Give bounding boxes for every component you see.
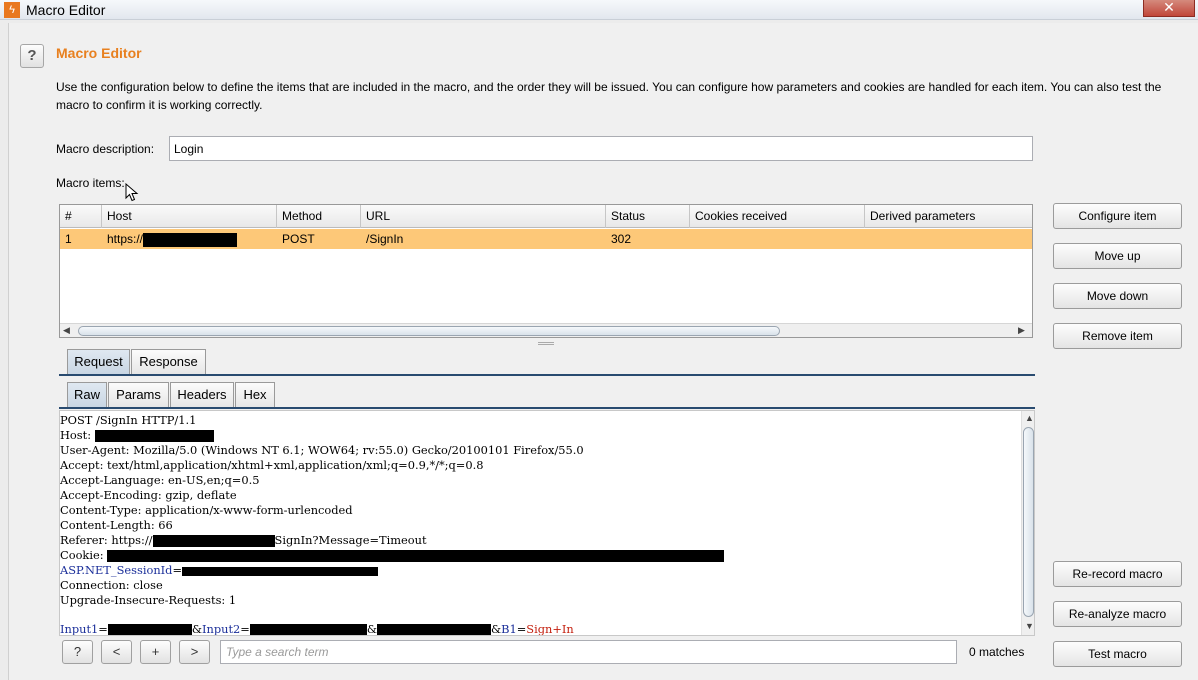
scroll-down-arrow-icon[interactable]: ▼	[1025, 621, 1034, 631]
pane-splitter-handle[interactable]	[538, 342, 554, 345]
table-header: # Host Method URL Status Cookies receive…	[60, 205, 1032, 228]
scroll-left-arrow-icon[interactable]: ◀	[63, 325, 70, 336]
column-header-method[interactable]: Method	[277, 205, 361, 228]
host-prefix: https://	[107, 232, 144, 246]
move-down-button[interactable]: Move down	[1053, 283, 1182, 309]
raw-request-editor[interactable]: POST /SignIn HTTP/1.1 Host: User-Agent: …	[59, 410, 1035, 636]
cell-derived-parameters	[865, 229, 1032, 249]
dialog-heading: Macro Editor	[56, 45, 142, 61]
rerecord-macro-button[interactable]: Re-record macro	[1053, 561, 1182, 587]
table-row[interactable]: 1 https:// POST /SignIn 302	[60, 229, 1032, 249]
header-upgrade-insecure: Upgrade-Insecure-Requests: 1	[60, 593, 237, 607]
column-header-host[interactable]: Host	[102, 205, 277, 228]
column-header-number[interactable]: #	[60, 205, 102, 228]
reanalyze-macro-button[interactable]: Re-analyze macro	[1053, 601, 1182, 627]
mouse-cursor-icon	[125, 183, 139, 202]
header-content-length: Content-Length: 66	[60, 518, 173, 532]
redacted-block	[143, 232, 238, 247]
search-previous-button[interactable]: <	[101, 640, 132, 664]
tab-response[interactable]: Response	[131, 349, 206, 374]
column-header-derived-parameters[interactable]: Derived parameters	[865, 205, 1032, 228]
tab-raw[interactable]: Raw	[67, 382, 107, 407]
dialog-description: Use the configuration below to define th…	[56, 80, 1162, 112]
macro-items-label: Macro items:	[56, 176, 125, 190]
column-header-url[interactable]: URL	[361, 205, 606, 228]
window-close-button[interactable]: ✕	[1143, 0, 1195, 17]
scrollbar-thumb[interactable]	[78, 326, 780, 336]
header-accept: Accept: text/html,application/xhtml+xml,…	[60, 458, 484, 472]
scroll-right-arrow-icon[interactable]: ▶	[1018, 325, 1025, 336]
help-button[interactable]: ?	[20, 44, 44, 68]
redacted-block	[152, 535, 275, 547]
burp-app-icon: ϟ	[4, 2, 20, 18]
configure-item-button[interactable]: Configure item	[1053, 203, 1182, 229]
cell-number: 1	[65, 232, 72, 246]
header-accept-encoding: Accept-Encoding: gzip, deflate	[60, 488, 237, 502]
header-host: Host:	[60, 428, 214, 443]
redacted-block	[107, 624, 192, 635]
column-header-status[interactable]: Status	[606, 205, 690, 228]
redacted-block	[249, 624, 367, 635]
editor-vertical-scrollbar[interactable]: ▲ ▼	[1021, 411, 1034, 635]
macro-items-table[interactable]: # Host Method URL Status Cookies receive…	[59, 204, 1033, 338]
window-title: Macro Editor	[26, 2, 106, 18]
scroll-up-arrow-icon[interactable]: ▲	[1025, 413, 1034, 423]
remove-item-button[interactable]: Remove item	[1053, 323, 1182, 349]
cell-url: /SignIn	[366, 232, 404, 246]
redacted-block	[376, 624, 491, 635]
test-macro-button[interactable]: Test macro	[1053, 641, 1182, 667]
window-titlebar: ϟ Macro Editor ✕	[0, 0, 1198, 20]
cell-cookies-received	[690, 229, 865, 249]
macro-description-input[interactable]	[169, 136, 1033, 161]
tab-request[interactable]: Request	[67, 349, 130, 374]
header-user-agent: User-Agent: Mozilla/5.0 (Windows NT 6.1;…	[60, 443, 584, 457]
move-up-button[interactable]: Move up	[1053, 243, 1182, 269]
cookie-session-id: ASP.NET_SessionId=	[60, 563, 378, 578]
cell-method: POST	[282, 232, 315, 246]
header-content-type: Content-Type: application/x-www-form-url…	[60, 503, 353, 517]
tab-underline	[59, 374, 1035, 376]
cell-status: 302	[611, 232, 632, 246]
search-help-button[interactable]: ?	[62, 640, 93, 664]
search-input[interactable]	[220, 640, 957, 664]
inner-tab-underline	[59, 407, 1035, 409]
macro-description-label: Macro description:	[56, 142, 155, 156]
cell-host: https://	[102, 229, 277, 249]
redacted-block	[94, 430, 214, 442]
scrollbar-thumb[interactable]	[1023, 427, 1034, 617]
tab-hex[interactable]: Hex	[235, 382, 275, 407]
search-add-button[interactable]: +	[140, 640, 171, 664]
header-connection: Connection: close	[60, 578, 163, 592]
tab-headers[interactable]: Headers	[170, 382, 234, 407]
header-accept-language: Accept-Language: en-US,en;q=0.5	[60, 473, 260, 487]
table-horizontal-scrollbar[interactable]: ◀ ▶	[60, 323, 1032, 337]
search-match-count: 0 matches	[969, 645, 1025, 659]
request-line: POST /SignIn HTTP/1.1	[60, 413, 197, 427]
tab-params[interactable]: Params	[108, 382, 169, 407]
redacted-block	[182, 566, 378, 576]
search-next-button[interactable]: >	[179, 640, 210, 664]
column-header-cookies-received[interactable]: Cookies received	[690, 205, 865, 228]
header-cookie: Cookie:	[60, 548, 725, 563]
redacted-block	[107, 550, 725, 562]
header-referer: Referer: https://SignIn?Message=Timeout	[60, 533, 427, 547]
request-body: Input1= &Input2= & &B1=Sign+In	[60, 622, 574, 636]
